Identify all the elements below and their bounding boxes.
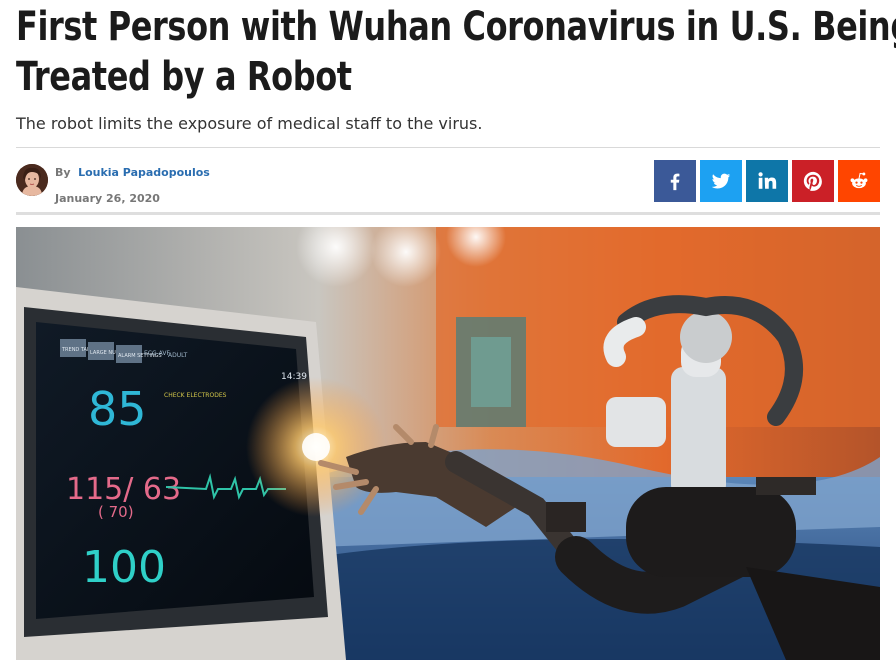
share-pinterest-button[interactable]: [792, 160, 834, 202]
publish-date: January 26, 2020: [55, 192, 160, 205]
reddit-icon: [850, 172, 868, 189]
svg-text:85: 85: [88, 382, 147, 436]
svg-text:115/ 63: 115/ 63: [66, 472, 181, 507]
pinterest-icon: [803, 171, 822, 191]
share-twitter-button[interactable]: [700, 160, 742, 202]
share-facebook-button[interactable]: [654, 160, 696, 202]
by-label: By: [55, 166, 71, 179]
divider-bottom: [16, 212, 880, 215]
svg-text:100: 100: [82, 542, 166, 593]
facebook-icon: [670, 173, 680, 191]
svg-text:ECG-AVF: ECG-AVF: [144, 350, 170, 357]
article-subtitle: The robot limits the exposure of medical…: [16, 114, 483, 133]
article-page: First Person with Wuhan Coronavirus in U…: [0, 0, 896, 660]
divider-top: [16, 147, 880, 148]
svg-text:CHECK ELECTRODES: CHECK ELECTRODES: [164, 392, 227, 399]
linkedin-icon: [758, 172, 777, 189]
share-buttons: [654, 160, 880, 202]
headline-line-1: First Person with Wuhan Coronavirus in U…: [16, 4, 896, 50]
author-avatar[interactable]: [16, 164, 48, 196]
share-reddit-button[interactable]: [838, 160, 880, 202]
byline: By Loukia Papadopoulos: [55, 166, 210, 179]
hero-image: TREND TABLE LARGE NUMBERS ALARM SETTINGS…: [16, 227, 880, 660]
svg-text:ADULT: ADULT: [168, 352, 188, 359]
article-headline: First Person with Wuhan Coronavirus in U…: [16, 2, 896, 102]
author-link[interactable]: Loukia Papadopoulos: [78, 166, 210, 179]
svg-text:( 70): ( 70): [98, 503, 134, 521]
share-linkedin-button[interactable]: [746, 160, 788, 202]
twitter-icon: [711, 173, 731, 189]
headline-line-2: Treated by a Robot: [16, 54, 352, 100]
